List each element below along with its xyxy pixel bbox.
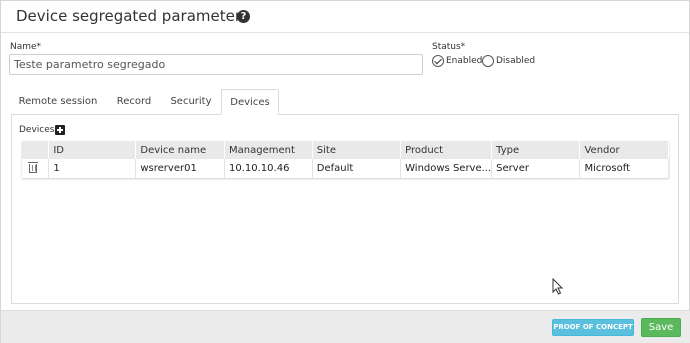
column-header-actions — [22, 141, 50, 159]
name-label: Name* — [10, 42, 42, 52]
question-circle-icon[interactable]: ? — [237, 10, 250, 23]
status-label: Status* — [432, 42, 466, 52]
dialog: Device segregated parameters ? Name* Sta… — [0, 0, 690, 343]
table-row: 1 wsrerver01 10.10.10.46 Default Windows… — [22, 159, 669, 178]
tab-security[interactable]: Security — [163, 89, 219, 115]
status-enabled-label[interactable]: Enabled — [446, 56, 482, 66]
status-disabled-label[interactable]: Disabled — [496, 56, 535, 66]
column-header-site[interactable]: Site — [312, 141, 402, 159]
column-header-management[interactable]: Management — [224, 141, 313, 159]
status-enabled-radio[interactable] — [432, 55, 444, 67]
mouse-cursor-icon — [552, 278, 564, 295]
status-disabled-radio[interactable] — [482, 55, 494, 67]
column-header-vendor[interactable]: Vendor — [579, 141, 669, 159]
column-header-id[interactable]: ID — [48, 141, 137, 159]
save-button[interactable]: Save — [641, 318, 681, 337]
tab-bar: Remote session Record Security Devices — [11, 89, 679, 115]
tab-remote-session[interactable]: Remote session — [11, 89, 105, 115]
devices-label: Devices — [19, 125, 55, 135]
name-input[interactable] — [9, 54, 423, 75]
trash-icon[interactable] — [28, 161, 38, 173]
devices-table: ID Device name Management Site Product T… — [22, 141, 669, 178]
cell-id: 1 — [48, 159, 137, 178]
dialog-title: Device segregated parameters — [16, 7, 249, 25]
delete-cell — [22, 159, 50, 178]
cell-vendor: Microsoft — [579, 159, 669, 178]
tab-devices[interactable]: Devices — [221, 89, 279, 115]
cell-management: 10.10.10.46 — [224, 159, 313, 178]
cell-product: Windows Serve... — [400, 159, 493, 178]
column-header-product[interactable]: Product — [400, 141, 493, 159]
plus-square-icon[interactable] — [55, 125, 65, 135]
table-header-row: ID Device name Management Site Product T… — [22, 141, 669, 159]
dialog-header: Device segregated parameters ? — [1, 1, 689, 33]
column-header-device-name[interactable]: Device name — [135, 141, 225, 159]
proof-of-concept-button[interactable]: PROOF OF CONCEPT — [552, 319, 634, 336]
tab-record[interactable]: Record — [105, 89, 163, 115]
cell-device-name: wsrerver01 — [135, 159, 225, 178]
column-header-type[interactable]: Type — [491, 141, 581, 159]
cell-site: Default — [312, 159, 402, 178]
cell-type: Server — [491, 159, 581, 178]
